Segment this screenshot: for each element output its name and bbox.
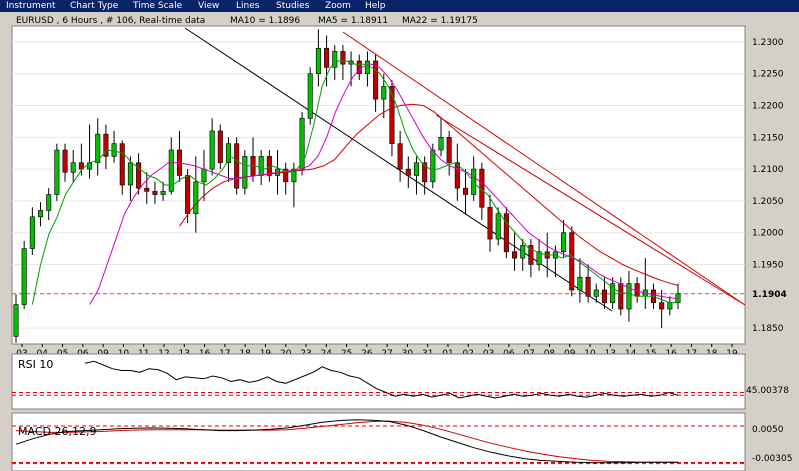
menu-chart-type[interactable]: Chart Type <box>70 0 118 12</box>
candle-body <box>160 191 166 195</box>
candle-body <box>667 302 673 310</box>
menu-instrument[interactable]: Instrument <box>6 0 56 12</box>
candle-body <box>618 283 624 310</box>
candle-body <box>495 213 501 240</box>
rsi-value-label: 45.00378 <box>746 386 789 396</box>
candle-body <box>503 213 509 253</box>
candle-body <box>54 149 60 195</box>
candle-body <box>234 143 240 189</box>
rsi-panel <box>11 353 746 410</box>
menu-view[interactable]: View <box>198 0 219 12</box>
candle-body <box>593 289 599 297</box>
candle-body <box>601 289 607 303</box>
candle-body <box>193 181 199 214</box>
candle-body <box>512 251 518 259</box>
candle-body <box>585 276 591 297</box>
chart-window: 1.2300 1.2250 1.2200 1.2150 1.2100 1.2050 1.20… <box>0 12 799 471</box>
price-tick-label: 1.2000 <box>752 229 784 239</box>
candle-body <box>324 47 330 68</box>
candle-body <box>29 216 35 249</box>
candle-body <box>119 143 125 186</box>
price-tick-label: 1.1904 <box>752 290 787 300</box>
price-tick-label: 1.2300 <box>752 38 784 48</box>
candle-body <box>258 156 264 176</box>
menu-help[interactable]: Help <box>365 0 386 12</box>
candle-body <box>381 86 387 100</box>
price-tick-label: 1.2050 <box>752 197 784 207</box>
candle-body <box>438 137 444 151</box>
candle-body <box>364 60 370 74</box>
menu-studies[interactable]: Studies <box>276 0 309 12</box>
candle-body <box>70 162 76 173</box>
price-tick-label: 1.2100 <box>752 165 784 175</box>
ma10-label: MA10 = 1.1896 <box>230 16 300 26</box>
candle-body <box>487 206 493 240</box>
candle-body <box>62 149 68 173</box>
ma22-label: MA22 = 1.19175 <box>402 16 478 26</box>
ma5-label: MA5 = 1.18911 <box>318 16 388 26</box>
price-axis: 1.2300 1.2250 1.2200 1.2150 1.2100 1.2050 1.20… <box>752 38 787 334</box>
candle-body <box>266 156 272 176</box>
candle-body <box>577 276 583 291</box>
chart-canvas[interactable]: 1.2300 1.2250 1.2200 1.2150 1.2100 1.2050 1.20… <box>0 12 799 471</box>
candle-body <box>569 232 575 291</box>
menu-bar: Instrument Chart Type Time Scale View Li… <box>0 0 799 12</box>
candle-body <box>242 156 248 189</box>
candle-body <box>201 168 207 183</box>
candle-body <box>561 232 567 253</box>
price-tick-label: 1.2250 <box>752 70 784 80</box>
candle-body <box>46 194 52 211</box>
candle-body <box>37 210 44 218</box>
candle-body <box>21 248 27 305</box>
candle-body <box>430 149 436 183</box>
candle-body <box>185 175 191 214</box>
candle-body <box>520 245 526 259</box>
chart-header-symbol: EURUSD , 6 Hours , # 106, Real-time data <box>16 16 205 26</box>
rsi-title: RSI 10 <box>18 358 53 371</box>
macd-upper-label: 0.0050 <box>752 425 784 435</box>
candle-body <box>144 187 150 192</box>
candle-body <box>111 143 117 157</box>
candle-body <box>152 191 158 195</box>
price-tick-label: 1.2150 <box>752 133 784 143</box>
candle-body <box>479 168 485 208</box>
macd-title: MACD 26,12,9 <box>18 425 96 438</box>
candle-body <box>315 47 321 74</box>
menu-lines[interactable]: Lines <box>236 0 259 12</box>
candle-body <box>659 302 665 310</box>
macd-lower-label: -0.00305 <box>752 454 792 464</box>
menu-time-scale[interactable]: Time Scale <box>133 0 182 12</box>
price-tick-label: 1.1950 <box>752 261 784 271</box>
candle-body <box>13 304 19 337</box>
candle-body <box>217 130 223 164</box>
candle-body <box>397 143 403 170</box>
price-tick-label: 1.2200 <box>752 102 784 112</box>
price-tick-label: 1.1850 <box>752 324 784 334</box>
candle-body <box>307 73 313 119</box>
candle-body <box>405 168 411 176</box>
candle-body <box>462 187 469 195</box>
menu-zoom[interactable]: Zoom <box>325 0 351 12</box>
candle-body <box>127 162 133 186</box>
candle-body <box>413 162 419 176</box>
candle-body <box>209 130 215 170</box>
candle-body <box>340 51 346 65</box>
candle-body <box>446 137 452 164</box>
candle-body <box>536 251 542 265</box>
